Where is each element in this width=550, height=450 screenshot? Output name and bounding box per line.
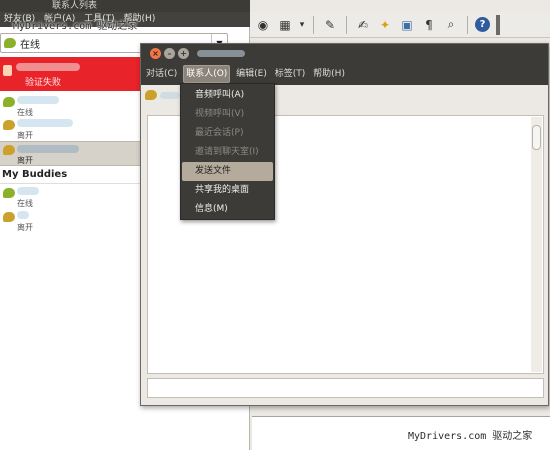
chat-away-icon bbox=[145, 90, 157, 100]
chat-away-icon bbox=[3, 212, 15, 222]
menu-edit[interactable]: 编辑(E) bbox=[234, 63, 269, 85]
gallery-icon[interactable]: ▣ bbox=[398, 16, 416, 34]
menu-tabs[interactable]: 标签(T) bbox=[273, 63, 308, 85]
minimize-icon[interactable]: – bbox=[164, 48, 175, 59]
scrollbar[interactable] bbox=[531, 117, 542, 372]
status-chat-icon bbox=[4, 38, 16, 48]
menu-contact[interactable]: 联系人(O) bbox=[183, 65, 231, 83]
contact-status: 离开 bbox=[17, 156, 33, 165]
menu-item-share-desktop[interactable]: 共享我的桌面 bbox=[181, 181, 274, 200]
menu-item-video-call: 视频呼叫(V) bbox=[195, 109, 245, 119]
globe-icon[interactable]: ◉ bbox=[254, 16, 272, 34]
chat-menubar: 对话(C) 联系人(O) 编辑(E) 标签(T) 帮助(H) bbox=[141, 63, 548, 85]
contact-status: 在线 bbox=[17, 199, 33, 208]
table-icon[interactable]: ▦ bbox=[276, 16, 294, 34]
conversation-tab[interactable] bbox=[144, 89, 184, 103]
warning-icon bbox=[3, 65, 12, 76]
zoom-icon[interactable]: ⌕ bbox=[442, 16, 460, 34]
contact-name-redacted bbox=[17, 119, 73, 127]
toolbar-separator bbox=[346, 15, 347, 34]
contact-name-redacted bbox=[17, 211, 29, 219]
contact-name-redacted bbox=[17, 145, 79, 153]
menu-item-send-file[interactable]: 发送文件 bbox=[182, 162, 273, 181]
menu-item-audio-call[interactable]: 音频呼叫(A) bbox=[181, 86, 274, 105]
navigator-icon[interactable]: ✦ bbox=[376, 16, 394, 34]
note-edit-icon[interactable]: ✍ bbox=[354, 16, 372, 34]
status-label: 在线 bbox=[20, 39, 40, 51]
watermark: MyDrivers.com 驱动之家 bbox=[408, 431, 533, 442]
maximize-icon[interactable]: + bbox=[178, 48, 189, 59]
scrollbar-thumb[interactable] bbox=[532, 125, 541, 150]
menu-help[interactable]: 帮助(H) bbox=[311, 63, 347, 85]
contact-name-redacted bbox=[17, 96, 59, 104]
contact-status: 在线 bbox=[17, 108, 33, 117]
contact-menu-dropdown: 音频呼叫(A) 视频呼叫(V) 最近会话(P) 邀请到聊天室(I) 发送文件 共… bbox=[180, 83, 275, 220]
toolbar-handle[interactable] bbox=[496, 14, 500, 35]
contact-status: 离开 bbox=[17, 223, 33, 232]
toolbar-separator bbox=[313, 15, 314, 34]
toolbar-separator bbox=[467, 15, 468, 34]
menu-item-information[interactable]: 信息(M) bbox=[181, 200, 274, 219]
contact-status: 离开 bbox=[17, 131, 33, 140]
chat-online-icon bbox=[3, 188, 15, 198]
contact-name-redacted bbox=[16, 63, 80, 71]
chat-away-icon bbox=[3, 145, 15, 155]
contact-name-redacted bbox=[17, 187, 39, 195]
contact-status: 验证失败 bbox=[25, 78, 62, 88]
tab-name-redacted bbox=[160, 92, 180, 99]
menu-conversation[interactable]: 对话(C) bbox=[144, 63, 179, 85]
chat-titlebar[interactable]: × – + bbox=[141, 44, 548, 63]
buddy-list-title: 联系人列表 bbox=[0, 0, 250, 12]
pilcrow-icon[interactable]: ¶ bbox=[420, 16, 438, 34]
chat-title-redacted bbox=[197, 50, 245, 57]
chat-away-icon bbox=[3, 120, 15, 130]
menu-item-recent-conversations: 最近会话(P) bbox=[195, 128, 244, 138]
chat-online-icon bbox=[3, 97, 15, 107]
message-input[interactable] bbox=[147, 378, 544, 398]
dropdown-icon[interactable]: ▾ bbox=[298, 16, 306, 34]
menu-item-invite-chatroom: 邀请到聊天室(I) bbox=[195, 147, 259, 157]
editor-toolbar: ◉ ▦ ▾ ✎ ✍ ✦ ▣ ¶ ⌕ ? bbox=[249, 12, 550, 38]
close-icon[interactable]: × bbox=[150, 48, 161, 59]
edit-pencil-icon[interactable]: ✎ bbox=[321, 16, 339, 34]
help-icon[interactable]: ? bbox=[475, 17, 490, 32]
watermark: MyDrivers.com 驱动之家 bbox=[13, 21, 138, 32]
